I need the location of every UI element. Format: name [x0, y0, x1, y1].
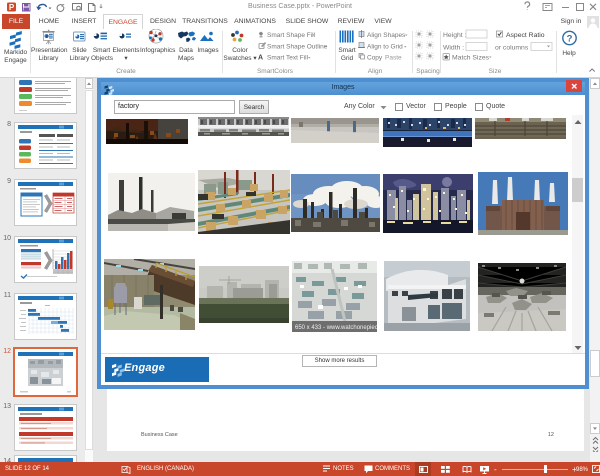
svg-text:A: A — [258, 55, 263, 62]
svg-text:Copy: Copy — [367, 55, 383, 62]
svg-text:Paste: Paste — [385, 55, 402, 62]
svg-text:Align Shapes: Align Shapes — [367, 32, 406, 39]
svg-text:Height :: Height : — [443, 32, 467, 39]
svg-text:650 x 433 - www.watchonepiece: 650 x 433 - www.watchonepiece — [295, 325, 377, 331]
svg-text:?: ? — [567, 34, 573, 45]
svg-text:Align to Grid: Align to Grid — [367, 44, 403, 51]
svg-text:Aspect Ratio: Aspect Ratio — [506, 32, 545, 39]
svg-text:or columns :: or columns : — [495, 45, 532, 52]
svg-text:Smart Shape Fill: Smart Shape Fill — [267, 32, 316, 39]
svg-text:Width :: Width : — [443, 45, 464, 52]
svg-text:Smart Text Fill: Smart Text Fill — [267, 55, 309, 62]
svg-text:Smart Shape Outline: Smart Shape Outline — [267, 44, 328, 51]
svg-text:Match Sizes: Match Sizes — [452, 55, 490, 62]
